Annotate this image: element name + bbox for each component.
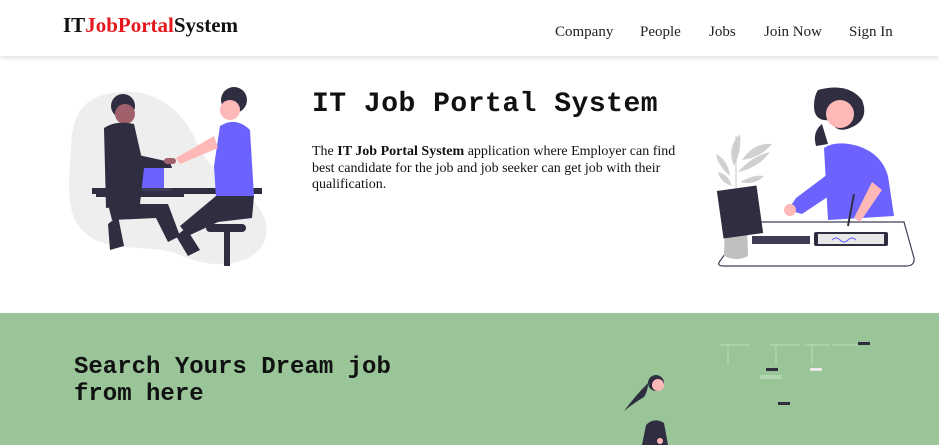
navbar: ITJobPortalSystem Company People Jobs Jo…: [0, 0, 939, 56]
nav-link-join-now[interactable]: Join Now: [764, 24, 822, 41]
nav-link-sign-in[interactable]: Sign In: [849, 24, 893, 41]
job-search-illustration: [600, 313, 939, 445]
search-section: Search Yours Dream job from here: [0, 313, 939, 445]
search-section-title: Search Yours Dream job from here: [74, 354, 391, 408]
hero-description: The IT Job Portal System application whe…: [312, 144, 680, 194]
nav-link-people[interactable]: People: [640, 24, 681, 41]
nav-links: Company People Jobs Join Now Sign In: [0, 24, 939, 44]
person-with-tablet-illustration: [712, 86, 918, 268]
handshake-illustration: [68, 86, 273, 268]
hero-desc-bold: IT Job Portal System: [337, 144, 465, 159]
nav-link-jobs[interactable]: Jobs: [709, 24, 736, 41]
nav-link-company[interactable]: Company: [555, 24, 613, 41]
hero-title: IT Job Portal System: [312, 89, 659, 120]
hero-desc-prefix: The: [312, 144, 338, 159]
